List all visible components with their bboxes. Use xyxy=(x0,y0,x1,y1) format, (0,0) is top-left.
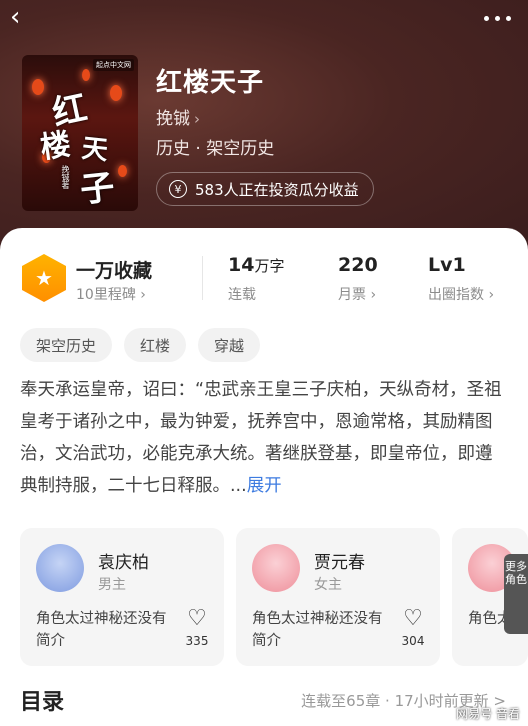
chevron-right-icon: › xyxy=(194,110,200,128)
expand-link[interactable]: 展开 xyxy=(247,476,282,496)
collection-count: 一万收藏 xyxy=(76,260,153,282)
level-value: Lv1 xyxy=(428,254,466,276)
stats-bar: ★ 一万收藏 10里程碑 › 14万字 连载 220 月票 › Lv1 出圈指数… xyxy=(0,250,528,310)
character-desc: 角色太过神秘还没有简介 xyxy=(252,611,383,649)
synopsis[interactable]: 奉天承运皇帝，诏曰：“忠武亲王皇三子庆柏，天纵奇材，圣祖皇考于诸孙之中，最为钟爱… xyxy=(20,374,508,502)
tag-chip[interactable]: 红楼 xyxy=(124,328,187,362)
character-name: 贾元春 xyxy=(314,553,365,573)
yen-icon: ¥ xyxy=(169,180,187,198)
character-avatar xyxy=(252,544,300,592)
tag-chip[interactable]: 架空历史 xyxy=(20,328,113,362)
character-name: 袁庆柏 xyxy=(98,553,149,573)
word-count: 14万字 xyxy=(228,254,285,276)
invest-text: 583人正在投资瓜分收益 xyxy=(195,180,359,199)
character-list: 袁庆柏 男主 角色太过神秘还没有简介 ♡ 335 贾元春 女主 角色太过神秘还没… xyxy=(20,528,528,668)
more-roles-button[interactable]: 更多角色 xyxy=(504,554,528,634)
popularity-index-link[interactable]: 出圈指数 › xyxy=(428,284,494,304)
book-title: 红楼天子 xyxy=(156,68,265,98)
like-button[interactable]: ♡ 304 xyxy=(398,606,428,649)
author-name: 挽铖 xyxy=(156,109,190,129)
cover-author: 挽铖著 xyxy=(61,165,70,189)
publisher-badge: 起点中文网 xyxy=(93,59,134,71)
heart-icon: ♡ xyxy=(403,606,423,631)
monthly-tickets-link[interactable]: 月票 › xyxy=(338,284,376,304)
star-medal-icon: ★ xyxy=(22,254,66,302)
book-detail-sheet: ★ 一万收藏 10里程碑 › 14万字 连载 220 月票 › Lv1 出圈指数… xyxy=(0,228,528,726)
character-avatar xyxy=(36,544,84,592)
like-count: 335 xyxy=(185,634,209,648)
author-link[interactable]: 挽铖 › xyxy=(156,104,200,129)
tag-list: 架空历史 红楼 穿越 xyxy=(20,328,261,362)
character-role: 男主 xyxy=(98,577,126,593)
character-card[interactable]: 贾元春 女主 角色太过神秘还没有简介 ♡ 304 xyxy=(236,528,440,666)
cover-glyph: 楼 xyxy=(38,127,73,166)
divider xyxy=(202,256,203,300)
back-icon[interactable]: ‹ xyxy=(10,4,38,32)
serial-status: 连载 xyxy=(228,287,256,303)
more-dots-icon[interactable] xyxy=(484,12,516,24)
cover-glyph: 子 xyxy=(78,167,117,211)
collection-milestone[interactable]: 10里程碑 › xyxy=(76,284,146,304)
tag-chip[interactable]: 穿越 xyxy=(198,328,261,362)
toc-title: 目录 xyxy=(20,690,65,715)
watermark: 网易号 音看 xyxy=(456,707,520,721)
character-desc: 角色太过神秘还没有简介 xyxy=(36,611,167,649)
character-card[interactable]: 袁庆柏 男主 角色太过神秘还没有简介 ♡ 335 xyxy=(20,528,224,666)
book-cover[interactable]: 起点中文网 红 楼 天 子 挽铖著 xyxy=(22,55,138,211)
heart-icon: ♡ xyxy=(187,606,207,631)
monthly-tickets-value: 220 xyxy=(338,254,378,276)
invest-button[interactable]: ¥ 583人正在投资瓜分收益 xyxy=(156,172,374,206)
book-header-background: ‹ 起点中文网 红 楼 天 子 挽铖著 红楼天子 挽铖 › 历史 · 架空历史 ¥… xyxy=(0,0,528,250)
genre-label: 历史 · 架空历史 xyxy=(156,139,275,159)
like-button[interactable]: ♡ 335 xyxy=(182,606,212,649)
character-role: 女主 xyxy=(314,577,342,593)
like-count: 304 xyxy=(401,634,425,648)
